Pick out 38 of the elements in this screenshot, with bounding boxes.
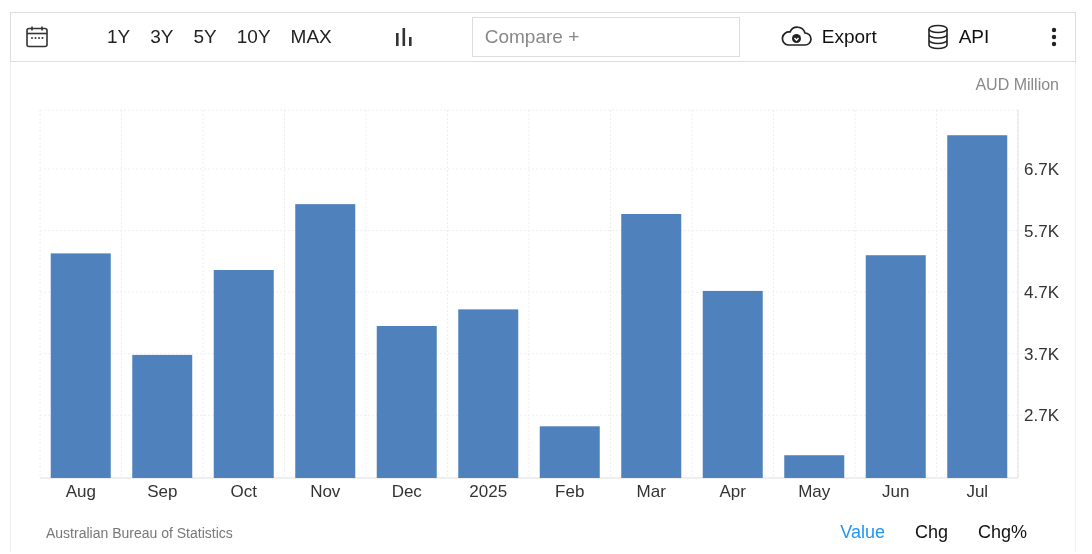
chart-type-button[interactable] xyxy=(393,27,414,47)
api-button[interactable]: API xyxy=(926,24,990,50)
mode-tab[interactable]: Chg% xyxy=(947,522,1027,543)
bar xyxy=(784,455,845,478)
y-axis-label: 2.7K xyxy=(1024,406,1059,426)
x-axis-label: Sep xyxy=(147,482,178,501)
x-axis-label: Nov xyxy=(310,482,341,501)
unit-label: AUD Million xyxy=(975,76,1059,95)
bar xyxy=(539,426,600,478)
compare-field[interactable]: Compare + xyxy=(471,17,740,57)
x-axis-label: Dec xyxy=(391,482,422,501)
database-icon xyxy=(926,24,949,50)
export-button[interactable]: Export xyxy=(779,26,877,48)
more-icon xyxy=(1051,27,1057,47)
source-label: Australian Bureau of Statistics xyxy=(46,524,233,541)
mode-tab[interactable]: Chg xyxy=(884,522,948,543)
x-axis-label: 2025 xyxy=(469,482,508,501)
range-tab[interactable]: MAX xyxy=(282,22,340,52)
range-tab[interactable]: 3Y xyxy=(142,22,182,52)
x-axis-label: Jul xyxy=(966,482,989,501)
y-axis-label: 3.7K xyxy=(1024,344,1059,364)
x-axis-label: Mar xyxy=(636,482,666,501)
bar-chart-icon xyxy=(393,27,414,47)
cloud-download-icon xyxy=(779,26,812,48)
y-axis-label: 5.7K xyxy=(1024,221,1059,241)
calendar-icon xyxy=(25,25,49,49)
x-axis-label: Oct xyxy=(230,482,257,501)
y-axis-label: 6.7K xyxy=(1024,160,1059,180)
x-axis-label: May xyxy=(798,482,831,501)
range-tab[interactable]: 10Y xyxy=(228,22,279,52)
x-axis-label: Aug xyxy=(65,482,96,501)
x-axis-label: Jun xyxy=(882,482,910,501)
x-axis-label: Feb xyxy=(555,482,585,501)
range-tab[interactable]: 5Y xyxy=(185,22,225,52)
range-tab[interactable]: 1Y xyxy=(99,22,139,52)
calendar-button[interactable] xyxy=(25,25,49,49)
y-axis-label: 4.7K xyxy=(1024,283,1059,303)
x-axis-label: Apr xyxy=(719,482,746,501)
